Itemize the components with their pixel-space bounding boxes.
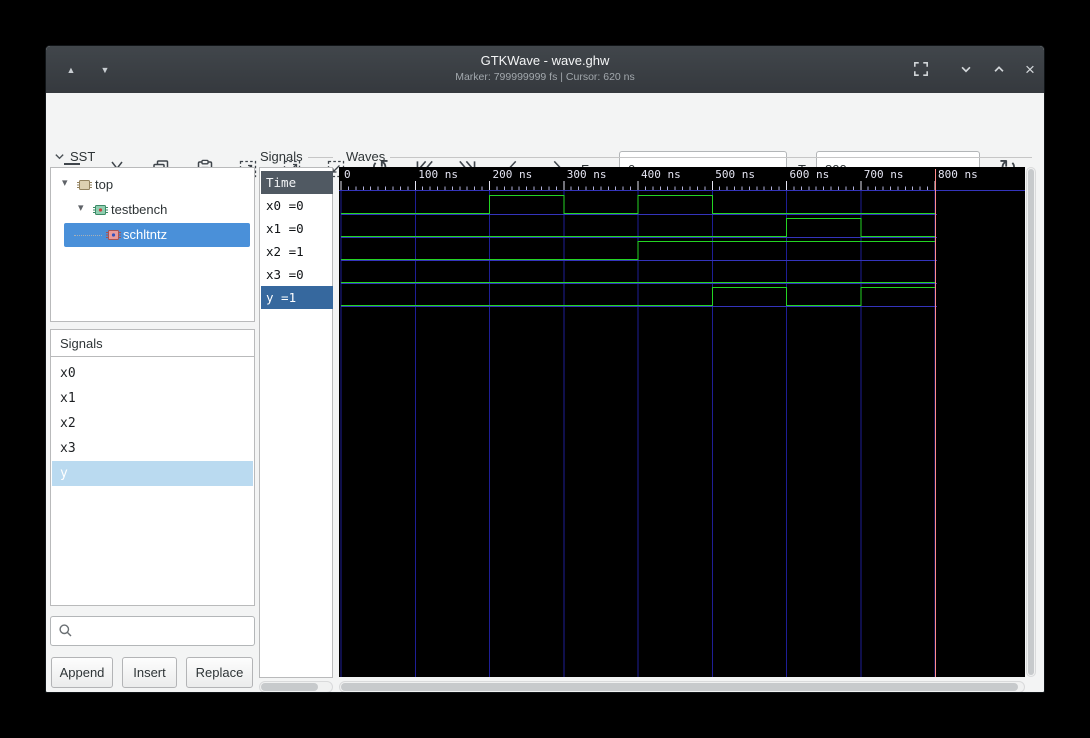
timeline-tick-label: 500 ns (715, 168, 755, 181)
fit-window-button[interactable] (912, 60, 932, 80)
tree-item-label: top (95, 177, 114, 192)
signal-name-row[interactable]: x1 =0 (261, 217, 333, 240)
signal-name-row[interactable]: x2 =1 (261, 240, 333, 263)
expander-icon[interactable]: ▾ (62, 176, 68, 189)
waves-frame-label: Waves (346, 149, 1032, 164)
signal-list-item-x1[interactable]: x1 (52, 386, 253, 411)
chip-icon (77, 179, 92, 197)
signals-frame-label: Signals (260, 149, 333, 164)
signal-name-row[interactable]: y =1 (261, 286, 333, 309)
wave-background (339, 167, 1025, 677)
sst-label: SST (70, 149, 96, 164)
close-button[interactable]: × (1020, 60, 1040, 80)
timeline-tick-label: 200 ns (493, 168, 533, 181)
maximize-button[interactable] (990, 60, 1010, 80)
signal-list-item-x0[interactable]: x0 (52, 361, 253, 386)
sst-header[interactable]: SST (54, 149, 114, 164)
names-horizontal-scrollbar[interactable] (259, 681, 333, 692)
signal-name-row[interactable]: x0 =0 (261, 194, 333, 217)
chevron-up-icon (994, 66, 1004, 72)
timeline-tick-label: 800 ns (938, 168, 978, 181)
window-title: GTKWave - wave.ghw (480, 53, 610, 68)
marker-cursor-status: Marker: 799999999 fs | Cursor: 620 ns (455, 71, 635, 83)
fit-icon (914, 62, 928, 76)
search-input[interactable] (50, 616, 255, 646)
tree-item-testbench[interactable]: ▾ testbench (52, 198, 253, 223)
scrollbar-thumb[interactable] (1028, 169, 1034, 675)
signal-list-item-y[interactable]: y (52, 461, 253, 486)
timeline-tick-label: 400 ns (641, 168, 681, 181)
signal-list-item-x3[interactable]: x3 (52, 436, 253, 461)
tree-item-top[interactable]: ▾ top (52, 173, 253, 198)
timeline-tick-label: 100 ns (418, 168, 458, 181)
scrollbar-thumb[interactable] (261, 683, 318, 691)
timeline-tick-label: 0 (344, 168, 351, 181)
tree-guide-line (74, 235, 102, 236)
search-icon (59, 624, 72, 637)
wave-canvas[interactable]: 0 100 ns 200 ns 300 ns 400 ns 500 ns 600 ns 700… (339, 167, 1025, 677)
signal-name-row[interactable]: x3 =0 (261, 263, 333, 286)
signals-list-header-label: Signals (60, 336, 103, 351)
sst-tree-panel[interactable]: ▾ top ▾ testbench schltntz (50, 167, 255, 322)
minimize-button[interactable] (957, 60, 977, 80)
titlebar[interactable]: ▲ ▼ GTKWave - wave.ghw Marker: 799999999… (46, 46, 1044, 93)
signals-list-header: Signals (50, 329, 255, 357)
frame-separator-line (390, 157, 1032, 158)
signal-list-panel[interactable]: x0 x1 x2 x3 y (50, 356, 255, 606)
frame-separator-line (307, 157, 333, 158)
waves-vertical-scrollbar[interactable] (1026, 167, 1036, 677)
insert-button[interactable]: Insert (122, 657, 177, 688)
gtkwave-window: ▲ ▼ GTKWave - wave.ghw Marker: 799999999… (45, 45, 1045, 693)
append-button[interactable]: Append (51, 657, 113, 688)
tree-item-label: schltntz (123, 227, 168, 242)
signal-list-item-x2[interactable]: x2 (52, 411, 253, 436)
collapse-chevron-icon (55, 154, 64, 160)
waves-frame-label-text: Waves (346, 149, 386, 164)
replace-button[interactable]: Replace (186, 657, 253, 688)
main-toolbar: ↺ From: To: ↻ (46, 93, 1044, 187)
desktop-background: ▲ ▼ GTKWave - wave.ghw Marker: 799999999… (0, 0, 1090, 738)
expander-icon[interactable]: ▾ (78, 201, 84, 214)
time-header-cell[interactable]: Time (261, 171, 333, 194)
signals-frame-label-text: Signals (260, 149, 303, 164)
timeline-tick-label: 300 ns (567, 168, 607, 181)
scrollbar-thumb[interactable] (341, 683, 1018, 691)
module-icon (93, 204, 108, 222)
waves-horizontal-scrollbar[interactable] (339, 681, 1025, 692)
tree-item-label: testbench (111, 202, 168, 217)
instance-icon (106, 229, 121, 247)
chevron-down-icon (961, 66, 971, 73)
waveform-svg: 0 100 ns 200 ns 300 ns 400 ns 500 ns 600 ns 700… (339, 167, 1025, 677)
timeline-tick-label: 600 ns (790, 168, 830, 181)
tree-item-schltntz[interactable]: schltntz (52, 223, 253, 248)
signal-names-panel[interactable]: Time x0 =0 x1 =0 x2 =1 x3 =0 y =1 (259, 167, 333, 678)
timeline-tick-label: 700 ns (864, 168, 904, 181)
signal-search (50, 616, 255, 646)
